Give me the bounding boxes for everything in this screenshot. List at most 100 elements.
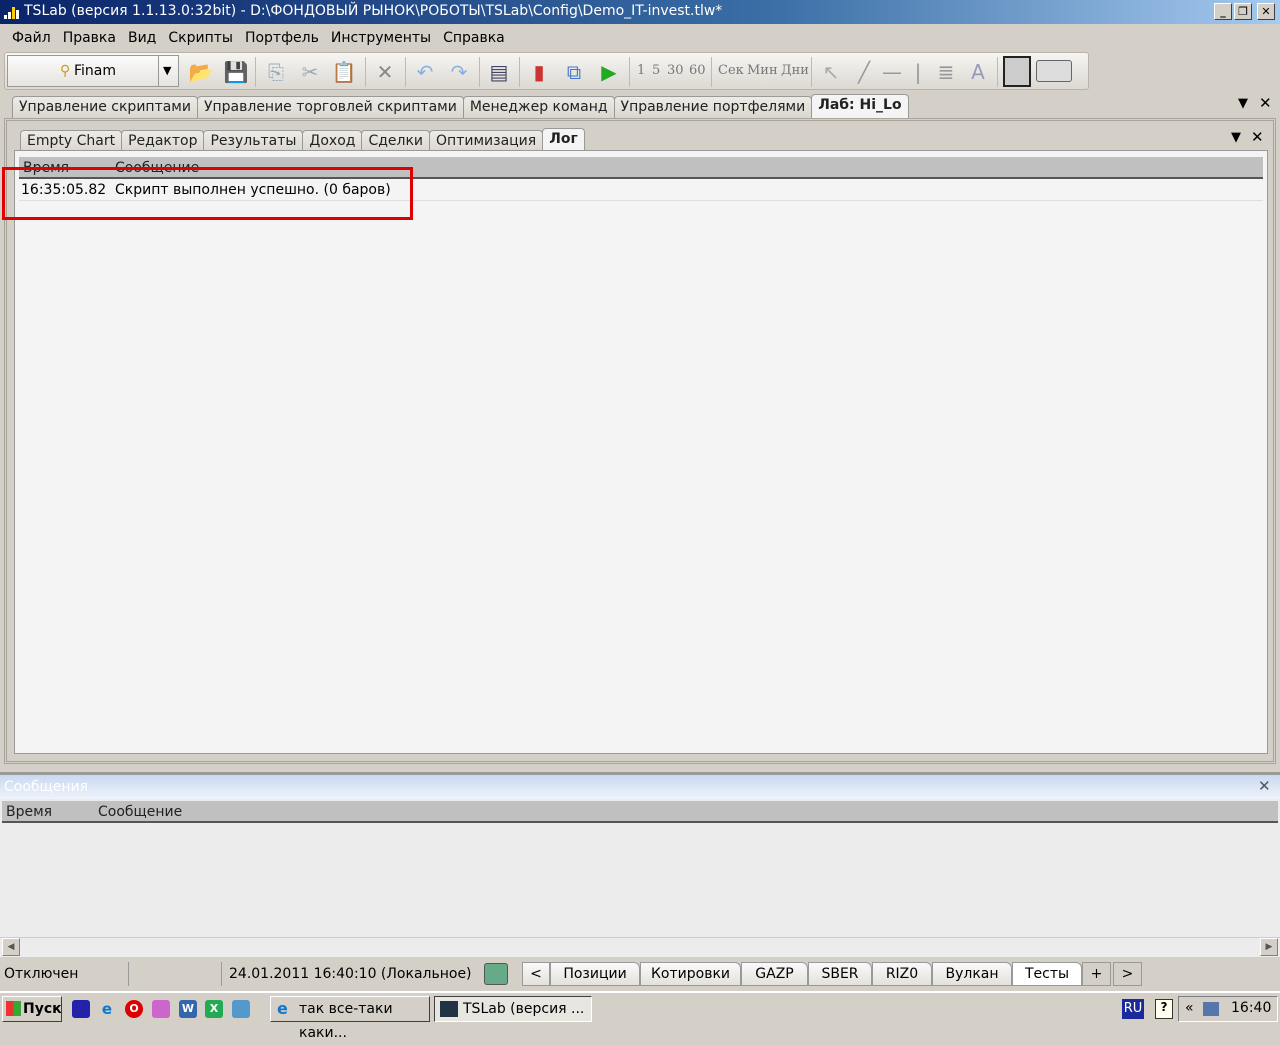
- paste-icon[interactable]: 📋: [331, 59, 357, 85]
- unit-min[interactable]: Мин: [747, 63, 778, 78]
- taskbar: Пуск e O W X e так все-таки каки... TSLa…: [0, 991, 1280, 1041]
- close-tab-icon[interactable]: ✕: [1251, 128, 1264, 146]
- save-icon[interactable]: 💾: [223, 59, 249, 85]
- chevron-down-icon[interactable]: ▼: [163, 56, 171, 86]
- properties-icon[interactable]: ▤: [486, 59, 512, 85]
- notepad-icon[interactable]: [484, 963, 508, 985]
- tslab-app-icon: [4, 6, 20, 19]
- tray-expand-button[interactable]: «: [1185, 1000, 1194, 1016]
- horizontal-line-icon[interactable]: —: [879, 59, 905, 85]
- menu-tools[interactable]: Инструменты: [325, 26, 437, 50]
- tab-editor[interactable]: Редактор: [121, 130, 205, 152]
- taskbar-item-tslab[interactable]: TSLab (версия ...: [434, 996, 592, 1022]
- tab-sber[interactable]: SBER: [808, 962, 872, 986]
- status-bar: Отключен 24.01.2011 16:40:10 (Локальное)…: [0, 960, 1280, 988]
- minimize-button[interactable]: _: [1214, 3, 1232, 20]
- color-swatch[interactable]: [1036, 60, 1072, 82]
- start-label: Пуск: [23, 1001, 62, 1017]
- unit-sec[interactable]: Сек: [718, 63, 744, 78]
- tab-trades[interactable]: Сделки: [361, 130, 431, 152]
- vertical-line-icon[interactable]: |: [905, 59, 931, 85]
- undo-icon[interactable]: ↶: [412, 59, 438, 85]
- windows-logo-icon: [6, 1001, 21, 1016]
- menu-portfolio[interactable]: Портфель: [239, 26, 325, 50]
- help-icon[interactable]: ?: [1155, 999, 1173, 1019]
- run-icon[interactable]: ▶: [596, 59, 622, 85]
- redo-icon[interactable]: ↷: [446, 59, 472, 85]
- tab-menu-icon[interactable]: ▼: [1238, 96, 1248, 111]
- tab-script-trading[interactable]: Управление торговлей скриптами: [196, 96, 464, 118]
- tab-lab-hi-lo[interactable]: Лаб: Hi_Lo: [811, 94, 909, 118]
- menu-file[interactable]: Файл: [6, 26, 57, 50]
- tab-results[interactable]: Результаты: [203, 130, 304, 152]
- interval-5[interactable]: 5: [652, 63, 660, 78]
- chart-icon[interactable]: ▮: [526, 59, 552, 85]
- toolbar: ⚲ Finam ▼ 📂 💾 ⎘ ✂ 📋 ✕ ↶ ↷ ▤ ▮ ⧉ ▶ 1 5 30…: [4, 52, 1089, 90]
- broker-select[interactable]: ⚲ Finam ▼: [7, 55, 179, 87]
- unit-days[interactable]: Дни: [781, 63, 809, 78]
- clock[interactable]: 16:40: [1231, 1000, 1271, 1016]
- tab-vulkan[interactable]: Вулкан: [932, 962, 1012, 986]
- tab-command-manager[interactable]: Менеджер команд: [462, 96, 615, 118]
- delete-icon[interactable]: ✕: [372, 59, 398, 85]
- text-icon[interactable]: A: [965, 59, 991, 85]
- close-panel-icon[interactable]: ✕: [1258, 777, 1271, 795]
- tab-tests[interactable]: Тесты: [1012, 962, 1082, 986]
- ie-icon[interactable]: e: [98, 1000, 116, 1018]
- tab-empty-chart[interactable]: Empty Chart: [20, 130, 123, 152]
- color-picker-button[interactable]: [1003, 56, 1031, 87]
- tab-income[interactable]: Доход: [302, 130, 363, 152]
- messages-panel: Сообщения ✕ Время Сообщение: [0, 772, 1280, 957]
- tab-riz0[interactable]: RIZ0: [872, 962, 932, 986]
- tab-positions[interactable]: Позиции: [550, 962, 640, 986]
- add-tab-button[interactable]: +: [1082, 962, 1111, 986]
- menu-bar: Файл Правка Вид Скрипты Портфель Инструм…: [0, 26, 1280, 50]
- network-icon[interactable]: [1203, 1002, 1219, 1016]
- messages-table-header: Время Сообщение: [2, 801, 1278, 823]
- trend-line-icon[interactable]: ╱: [851, 59, 877, 85]
- menu-edit[interactable]: Правка: [57, 26, 122, 50]
- ie-icon: e: [277, 999, 288, 1018]
- close-tab-icon[interactable]: ✕: [1259, 94, 1272, 112]
- tab-portfolio-management[interactable]: Управление портфелями: [613, 96, 813, 118]
- save-quicklaunch-icon[interactable]: [72, 1000, 90, 1018]
- cut-icon[interactable]: ✂: [297, 59, 323, 85]
- datetime-status: 24.01.2011 16:40:10 (Локальное): [229, 966, 472, 982]
- tab-optimization[interactable]: Оптимизация: [429, 130, 544, 152]
- connection-status: Отключен: [4, 966, 79, 982]
- tabs-prev-button[interactable]: <: [522, 962, 550, 986]
- app-icon[interactable]: [152, 1000, 170, 1018]
- outlook-icon[interactable]: [232, 1000, 250, 1018]
- interval-60[interactable]: 60: [689, 63, 706, 78]
- interval-1[interactable]: 1: [637, 63, 645, 78]
- tab-script-management[interactable]: Управление скриптами: [12, 96, 198, 118]
- opera-icon[interactable]: O: [125, 1000, 143, 1018]
- diagram-icon[interactable]: ⧉: [561, 59, 587, 85]
- scroll-right-icon[interactable]: ▶: [1260, 938, 1278, 956]
- copy-icon[interactable]: ⎘: [263, 59, 289, 85]
- tab-log[interactable]: Лог: [542, 128, 585, 152]
- tab-quotes[interactable]: Котировки: [640, 962, 741, 986]
- column-message[interactable]: Сообщение: [98, 801, 182, 821]
- menu-scripts[interactable]: Скрипты: [162, 26, 239, 50]
- word-icon[interactable]: W: [179, 1000, 197, 1018]
- taskbar-item-browser[interactable]: e так все-таки каки...: [270, 996, 430, 1041]
- menu-help[interactable]: Справка: [437, 26, 511, 50]
- restore-button[interactable]: ❐: [1234, 3, 1252, 20]
- column-time[interactable]: Время: [2, 801, 98, 821]
- menu-view[interactable]: Вид: [122, 26, 162, 50]
- highlight-annotation: [2, 167, 413, 220]
- tab-menu-icon[interactable]: ▼: [1231, 130, 1241, 145]
- scroll-left-icon[interactable]: ◀: [2, 938, 20, 956]
- close-button[interactable]: ✕: [1257, 3, 1275, 20]
- open-icon[interactable]: 📂: [188, 59, 214, 85]
- tabs-next-button[interactable]: >: [1113, 962, 1142, 986]
- excel-icon[interactable]: X: [205, 1000, 223, 1018]
- pointer-icon[interactable]: ↖: [818, 59, 844, 85]
- start-button[interactable]: Пуск: [2, 996, 62, 1022]
- tab-gazp[interactable]: GAZP: [741, 962, 808, 986]
- language-indicator[interactable]: RU: [1122, 999, 1144, 1019]
- interval-30[interactable]: 30: [667, 63, 684, 78]
- levels-icon[interactable]: ≣: [933, 59, 959, 85]
- horizontal-scrollbar[interactable]: ◀ ▶: [0, 937, 1280, 956]
